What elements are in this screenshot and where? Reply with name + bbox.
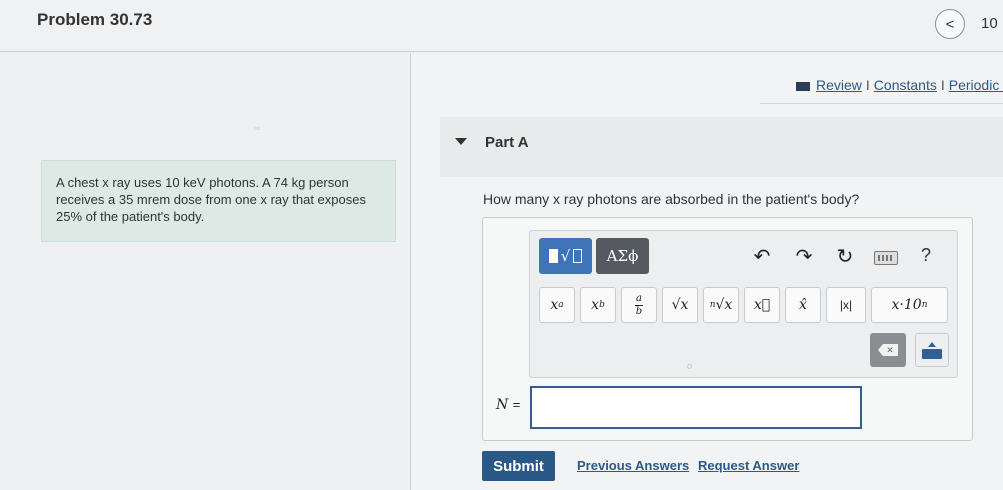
answer-input[interactable] bbox=[530, 386, 862, 429]
vector-button[interactable]: x⃗ bbox=[744, 287, 780, 323]
chevron-up-icon bbox=[928, 341, 936, 347]
submit-button[interactable]: Submit bbox=[482, 451, 555, 481]
top-bar: Problem 30.73 < 10 bbox=[0, 0, 1003, 52]
previous-problem-button[interactable]: < bbox=[935, 9, 965, 39]
sci-notation-exponent: n bbox=[921, 300, 928, 310]
undo-icon[interactable]: ↶ bbox=[750, 244, 774, 268]
delete-button[interactable]: ✕ bbox=[870, 333, 906, 367]
subscript-base: x bbox=[591, 297, 600, 313]
periodic-table-link[interactable]: Periodic Table bbox=[949, 77, 1003, 93]
fraction-denominator: b bbox=[635, 305, 643, 317]
variable-name: N bbox=[496, 397, 509, 413]
reset-icon[interactable]: ↻ bbox=[833, 244, 857, 268]
square-icon bbox=[573, 249, 583, 263]
part-title: Part A bbox=[485, 134, 529, 151]
fraction-button[interactable]: a b bbox=[621, 287, 657, 323]
previous-answers-link[interactable]: Previous Answers bbox=[577, 458, 689, 473]
answer-variable-label: N = bbox=[496, 397, 520, 413]
radical-icon: √ bbox=[560, 247, 571, 265]
scientific-notation-button[interactable]: x·10 n bbox=[871, 287, 948, 323]
fraction-numerator: a bbox=[636, 292, 642, 304]
problem-count: 10 bbox=[981, 15, 998, 32]
keyboard-toggle-button[interactable] bbox=[915, 333, 949, 367]
constants-link[interactable]: Constants bbox=[874, 77, 937, 93]
nth-root-button[interactable]: n √x bbox=[703, 287, 739, 323]
nth-root-icon: √x bbox=[715, 297, 733, 313]
book-icon bbox=[796, 81, 810, 91]
unit-vector-button[interactable]: x̂ bbox=[785, 287, 821, 323]
redo-icon[interactable]: ↷ bbox=[792, 244, 816, 268]
collapse-caret-icon[interactable] bbox=[455, 138, 467, 145]
request-answer-link[interactable]: Request Answer bbox=[698, 458, 799, 473]
help-icon[interactable]: ? bbox=[921, 245, 931, 266]
square-icon bbox=[548, 249, 558, 263]
power-exponent: a bbox=[558, 300, 564, 310]
absolute-value-button[interactable]: |x| bbox=[826, 287, 866, 323]
question-text: How many x ray photons are absorbed in t… bbox=[483, 191, 860, 207]
equals-sign: = bbox=[512, 397, 521, 412]
power-base: x bbox=[550, 297, 559, 313]
keyboard-icon bbox=[922, 348, 942, 359]
sci-notation-label: x·10 bbox=[891, 297, 922, 313]
keyboard-shortcuts-icon[interactable] bbox=[874, 251, 898, 265]
resource-links: ReviewIConstantsIPeriodic Table bbox=[796, 77, 1003, 93]
sqrt-button[interactable]: √x bbox=[662, 287, 698, 323]
link-separator: I bbox=[940, 77, 945, 93]
problem-statement: A chest x ray uses 10 keV photons. A 74 … bbox=[41, 160, 396, 242]
resize-dot-icon bbox=[687, 364, 692, 369]
fraction-icon: a b bbox=[635, 292, 643, 317]
problem-title: Problem 30.73 bbox=[37, 10, 153, 29]
faint-mark-icon: ∞ bbox=[254, 123, 261, 133]
chevron-left-icon: < bbox=[945, 15, 955, 33]
greek-symbols-button[interactable]: ΑΣϕ bbox=[596, 238, 649, 274]
problem-panel bbox=[0, 53, 410, 490]
templates-button[interactable]: √ bbox=[539, 238, 592, 274]
backspace-icon: ✕ bbox=[878, 344, 898, 356]
link-separator: I bbox=[865, 77, 870, 93]
links-divider bbox=[760, 103, 1003, 104]
subscript-sub: b bbox=[599, 300, 605, 310]
power-button[interactable]: xa bbox=[539, 287, 575, 323]
review-link[interactable]: Review bbox=[816, 77, 862, 93]
subscript-button[interactable]: xb bbox=[580, 287, 616, 323]
